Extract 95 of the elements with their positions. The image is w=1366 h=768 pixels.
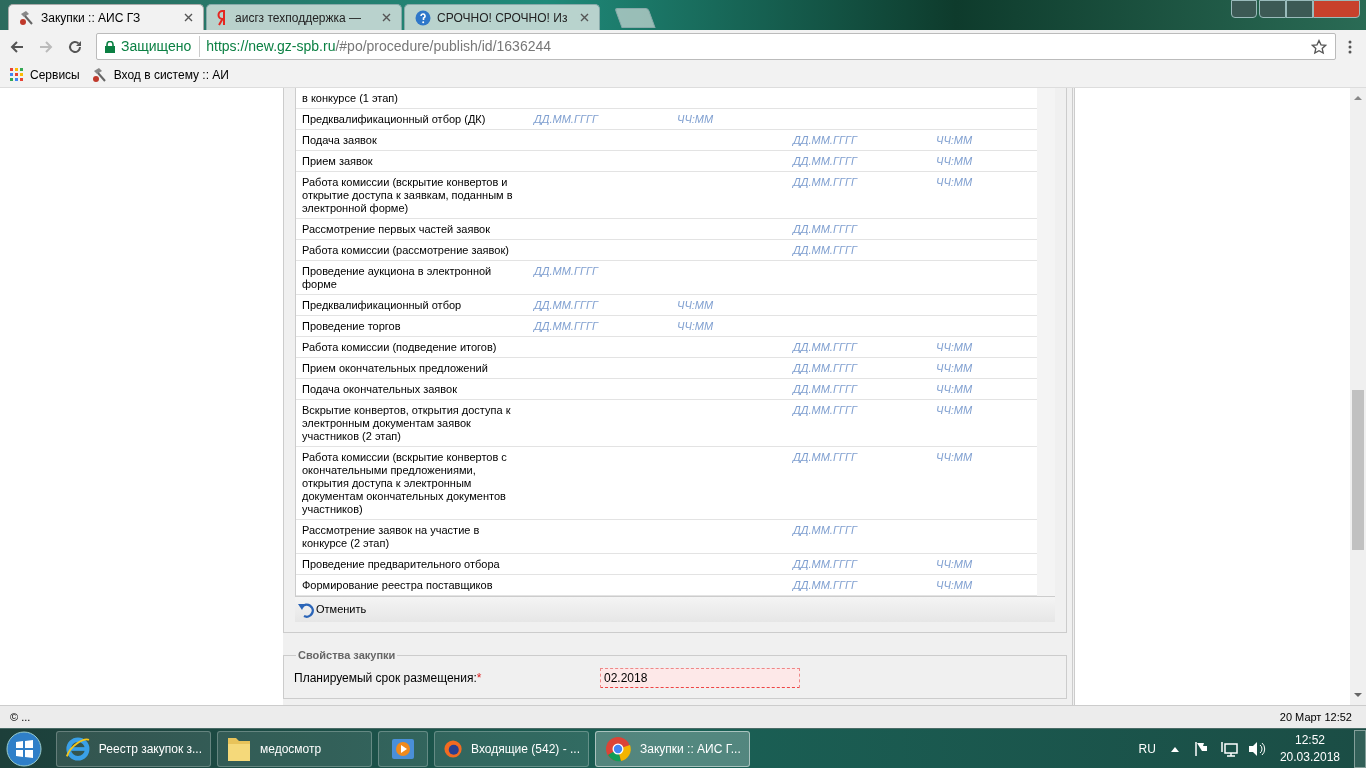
network-icon[interactable]: [1219, 740, 1238, 757]
date-placeholder[interactable]: ДД.ММ.ГГГГ: [793, 223, 857, 235]
date-placeholder[interactable]: ЧЧ:ММ: [936, 134, 973, 146]
date-placeholder[interactable]: ДД.ММ.ГГГГ: [534, 299, 598, 311]
table-cell-text: Предквалификационный отбор (ДК): [301, 112, 487, 127]
taskbar-button[interactable]: Закупки :: АИС Г...: [595, 730, 750, 767]
table-cell-text: Подача заявок: [301, 133, 378, 148]
close-button[interactable]: [1313, 0, 1360, 18]
lock-icon: [105, 40, 115, 53]
browser-tab[interactable]: аисгз техподдержка —: [206, 4, 402, 30]
page-scrollbar[interactable]: [1350, 88, 1366, 705]
input-field[interactable]: 02.2018: [600, 667, 800, 688]
table-cell-text: Проведение торгов: [301, 319, 402, 334]
date-placeholder[interactable]: ЧЧ:ММ: [936, 558, 973, 570]
apps-grid-icon: [10, 68, 24, 82]
table-cell-text: Работа комиссии (рассмотрение заявок): [301, 243, 510, 258]
language-indicator[interactable]: RU: [1138, 739, 1156, 758]
taskbar-button[interactable]: медосмотр: [217, 730, 372, 767]
taskbar-button[interactable]: [378, 730, 428, 767]
maximize-button[interactable]: [1286, 0, 1313, 18]
security-label: Защищено: [121, 36, 201, 57]
date-placeholder[interactable]: ЧЧ:ММ: [677, 113, 714, 125]
table-cell-text: Работа комиссии (подведение итогов): [301, 340, 498, 355]
table-cell-text: Проведение аукциона в электронной форме: [301, 264, 493, 292]
date-placeholder[interactable]: ЧЧ:ММ: [677, 320, 714, 332]
date-placeholder[interactable]: ДД.ММ.ГГГГ: [793, 362, 857, 374]
date-placeholder[interactable]: ДД.ММ.ГГГГ: [793, 244, 857, 256]
table-cell-text: Подача окончательных заявок: [301, 382, 458, 397]
date-placeholder[interactable]: ДД.ММ.ГГГГ: [793, 176, 857, 188]
date-placeholder[interactable]: ЧЧ:ММ: [936, 176, 973, 188]
date-placeholder[interactable]: ДД.ММ.ГГГГ: [793, 404, 857, 416]
table-cell-text: Проведение предварительного отбора: [301, 557, 501, 572]
reload-icon[interactable]: [67, 38, 83, 55]
date-placeholder[interactable]: ДД.ММ.ГГГГ: [793, 451, 857, 463]
profile-button[interactable]: [1231, 0, 1257, 18]
minimize-button[interactable]: [1259, 0, 1286, 18]
table-cell-text: Прием окончательных предложений: [301, 361, 489, 376]
date-placeholder[interactable]: ДД.ММ.ГГГГ: [793, 524, 857, 536]
date-placeholder[interactable]: ЧЧ:ММ: [936, 362, 973, 374]
date-placeholder[interactable]: ДД.ММ.ГГГГ: [793, 341, 857, 353]
table-cell-text: Предквалификационный отбор: [301, 298, 463, 313]
table-cell-text: Прием заявок: [301, 154, 374, 169]
date-placeholder[interactable]: ДД.ММ.ГГГГ: [793, 383, 857, 395]
bookmark[interactable]: Сервисы: [10, 66, 80, 84]
table-cell-text: Работа комиссии (вскрытие конвертов и открытие доступа к заявкам, поданным в электронной форме): [301, 175, 514, 216]
taskbar-button[interactable]: Входящие (542) - ...: [434, 730, 589, 767]
date-placeholder[interactable]: ЧЧ:ММ: [936, 404, 973, 416]
date-placeholder[interactable]: ДД.ММ.ГГГГ: [793, 558, 857, 570]
hammer-icon: [19, 9, 35, 26]
date-placeholder[interactable]: ЧЧ:ММ: [677, 299, 714, 311]
date-placeholder[interactable]: ДД.ММ.ГГГГ: [534, 265, 598, 277]
status-text: © ...: [10, 709, 31, 725]
close-icon[interactable]: [382, 13, 391, 22]
table-cell-text: в конкурсе (1 этап): [301, 91, 399, 106]
date-placeholder[interactable]: ДД.ММ.ГГГГ: [534, 113, 598, 125]
show-desktop-button[interactable]: [1354, 729, 1366, 768]
date-placeholder[interactable]: ЧЧ:ММ: [936, 341, 973, 353]
date-placeholder[interactable]: ЧЧ:ММ: [936, 451, 973, 463]
field-label: Планируемый срок размещения:*: [294, 669, 483, 687]
clock[interactable]: 12:52 20.03.2018: [1279, 731, 1340, 766]
table-cell-text: Формирование реестра поставщиков: [301, 578, 494, 593]
date-placeholder[interactable]: ДД.ММ.ГГГГ: [793, 579, 857, 591]
chrome-circle-icon: [604, 734, 632, 763]
speaker-icon[interactable]: [1247, 740, 1266, 757]
help-icon: [415, 9, 431, 26]
status-datetime: 20 Март 12:52: [1279, 709, 1353, 725]
flag-icon[interactable]: [1193, 740, 1210, 757]
table-cell-text: Работа комиссии (вскрытие конвертов с окончательными предложениями, открытия доступа к электронным документам окончательных документов участников): [301, 450, 508, 517]
date-placeholder[interactable]: ЧЧ:ММ: [936, 383, 973, 395]
letter-e-icon: [65, 734, 91, 763]
browser-tab[interactable]: СРОЧНО! СРОЧНО! Из: [404, 4, 600, 30]
close-icon[interactable]: [184, 13, 193, 22]
new-tab-button[interactable]: [614, 8, 656, 28]
date-placeholder[interactable]: ЧЧ:ММ: [936, 155, 973, 167]
hammer-icon: [91, 67, 108, 83]
undo-icon: [298, 601, 315, 618]
browser-tab[interactable]: Закупки :: АИС ГЗ: [8, 4, 204, 30]
close-icon[interactable]: [580, 13, 589, 22]
date-placeholder[interactable]: ДД.ММ.ГГГГ: [793, 134, 857, 146]
scrollbar-thumb[interactable]: [1352, 390, 1364, 550]
fieldset-legend: Свойства закупки: [296, 647, 398, 664]
menu-icon[interactable]: [1346, 38, 1354, 55]
back-icon[interactable]: [9, 38, 25, 55]
url-text[interactable]: https://new.gz-spb.ru/#po/procedure/publish/id/1636244: [206, 36, 1305, 57]
star-icon[interactable]: [1311, 38, 1327, 55]
table-cell-text: Вскрытие конвертов, открытия доступа к электронным документам заявок участников (2 этап): [301, 403, 512, 444]
bookmark[interactable]: Вход в систему :: АИ: [91, 66, 229, 84]
table-cell-text: Рассмотрение первых частей заявок: [301, 222, 492, 237]
date-placeholder[interactable]: ДД.ММ.ГГГГ: [534, 320, 598, 332]
date-placeholder[interactable]: ДД.ММ.ГГГГ: [793, 155, 857, 167]
date-placeholder[interactable]: ЧЧ:ММ: [936, 579, 973, 591]
table-cell-text: Рассмотрение заявок на участие в конкурсе (2 этап): [301, 523, 481, 551]
cancel-button[interactable]: Отменить: [298, 601, 367, 618]
address-bar[interactable]: Защищено https://new.gz-spb.ru/#po/procedure/publish/id/1636244: [96, 33, 1336, 60]
taskbar-button[interactable]: Реестр закупок з...: [56, 730, 211, 767]
